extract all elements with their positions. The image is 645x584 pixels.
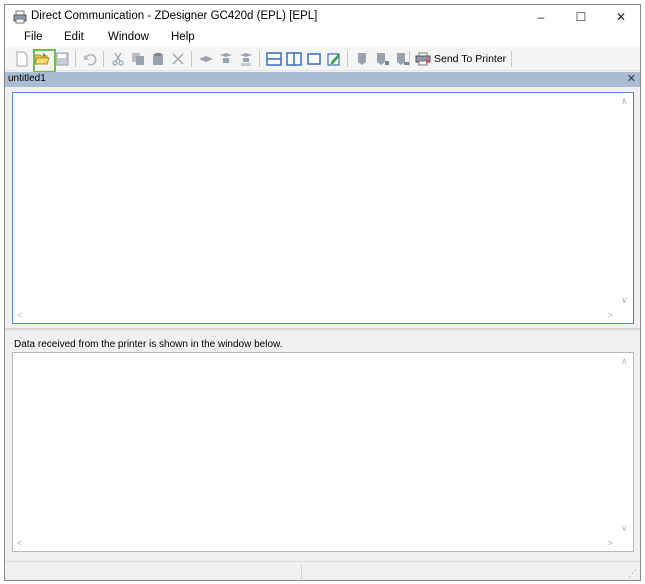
status-divider xyxy=(301,565,302,579)
send-to-printer-icon xyxy=(415,52,431,66)
paste-icon[interactable] xyxy=(149,50,167,68)
scroll-left-icon[interactable]: < xyxy=(17,310,22,320)
status-bar: ⋰ xyxy=(5,561,640,580)
toolbar-separator xyxy=(511,51,512,67)
cut-icon[interactable] xyxy=(109,50,127,68)
send-to-printer-button[interactable]: Send To Printer xyxy=(412,49,509,69)
new-file-icon[interactable] xyxy=(13,50,31,68)
send-to-printer-label: Send To Printer xyxy=(434,53,507,65)
window-title: Direct Communication - ZDesigner GC420d … xyxy=(31,10,318,22)
close-button[interactable]: ✕ xyxy=(603,5,639,29)
document-tab-bar: untitled1 ✕ xyxy=(5,72,640,87)
open-file-highlight xyxy=(33,49,56,73)
menu-edit[interactable]: Edit xyxy=(64,31,84,43)
output-vertical-scrollbar[interactable]: ∧ ∨ xyxy=(617,353,633,551)
send-command-icon[interactable] xyxy=(237,50,255,68)
undo-icon[interactable] xyxy=(81,50,99,68)
document-close-icon[interactable]: ✕ xyxy=(627,72,636,85)
send-file-icon[interactable] xyxy=(197,50,215,68)
send-string-icon[interactable] xyxy=(217,50,235,68)
toolbar-separator xyxy=(347,51,348,67)
scroll-up-icon[interactable]: ∧ xyxy=(621,356,628,367)
editor-vertical-scrollbar[interactable]: ∧ ∨ xyxy=(617,93,633,323)
minimize-button[interactable]: – xyxy=(523,5,559,29)
printer-output[interactable]: ∧ ∨ < > xyxy=(12,352,634,552)
scroll-right-icon[interactable]: > xyxy=(608,310,613,320)
single-view-icon[interactable] xyxy=(305,50,323,68)
split-horizontal-icon[interactable] xyxy=(265,50,283,68)
scroll-right-icon[interactable]: > xyxy=(608,538,613,548)
editor-horizontal-scrollbar[interactable]: < > xyxy=(13,308,633,323)
maximize-button[interactable]: ☐ xyxy=(563,5,599,29)
scroll-left-icon[interactable]: < xyxy=(17,538,22,548)
command-editor[interactable]: ∧ ∨ < > xyxy=(12,92,634,324)
delete-icon[interactable] xyxy=(169,50,187,68)
menu-bar: File Edit Window Help xyxy=(5,29,640,47)
menu-help[interactable]: Help xyxy=(171,31,195,43)
toolbar-separator xyxy=(75,51,76,67)
title-bar: Direct Communication - ZDesigner GC420d … xyxy=(5,5,640,29)
toolbar-separator xyxy=(191,51,192,67)
app-window: Direct Communication - ZDesigner GC420d … xyxy=(4,4,641,581)
copy-icon[interactable] xyxy=(129,50,147,68)
toolbar-separator xyxy=(103,51,104,67)
toolbar-separator xyxy=(409,51,410,67)
split-vertical-icon[interactable] xyxy=(285,50,303,68)
resize-grip-icon[interactable]: ⋰ xyxy=(628,568,637,579)
properties-icon[interactable] xyxy=(325,50,343,68)
toolbar-separator xyxy=(259,51,260,67)
menu-window[interactable]: Window xyxy=(108,31,149,43)
printer-config-icon[interactable] xyxy=(353,50,371,68)
received-data-label: Data received from the printer is shown … xyxy=(14,339,283,350)
printer-status-icon[interactable] xyxy=(373,50,391,68)
printer-app-icon xyxy=(13,10,27,24)
scroll-up-icon[interactable]: ∧ xyxy=(621,96,628,107)
scroll-down-icon[interactable]: ∨ xyxy=(621,523,628,534)
output-horizontal-scrollbar[interactable]: < > xyxy=(13,536,633,551)
pane-splitter[interactable] xyxy=(5,328,640,331)
scroll-down-icon[interactable]: ∨ xyxy=(621,295,628,306)
document-tab-title[interactable]: untitled1 xyxy=(8,73,46,84)
toolbar: Send To Printer xyxy=(5,47,640,71)
menu-file[interactable]: File xyxy=(24,31,43,43)
